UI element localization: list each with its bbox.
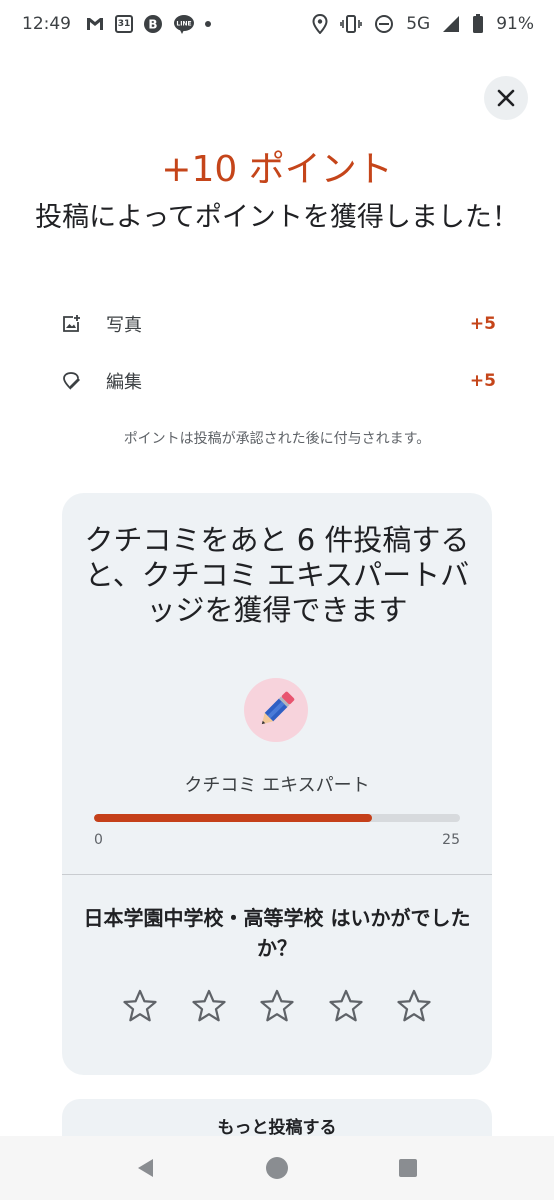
location-icon (312, 14, 328, 34)
earned-message: 投稿によってポイントを獲得しました！ (35, 202, 519, 233)
status-time: 12:49 (22, 14, 71, 34)
badge-name: クチコミ エキスパート (184, 775, 370, 796)
svg-text:LINE: LINE (176, 21, 191, 28)
recents-square-icon (399, 1159, 418, 1177)
system-nav-bar (0, 1136, 554, 1200)
line-icon: LINE (173, 14, 195, 34)
breakdown-row-edit: 編集 +5 (60, 361, 496, 401)
home-button[interactable] (253, 1144, 301, 1192)
star-4-button[interactable] (326, 986, 366, 1026)
badge-progress-card: クチコミをあと 6 件投稿すると、クチコミ エキスパートバッジを獲得できます ク… (62, 493, 492, 1075)
star-2-button[interactable] (189, 986, 229, 1026)
edit-icon (60, 370, 82, 392)
b-app-icon: B (143, 14, 163, 34)
pencil-icon (261, 691, 295, 725)
battery-icon (472, 14, 484, 34)
breakdown-label: 写真 (106, 315, 142, 336)
star-outline-icon (328, 989, 363, 1022)
star-5-button[interactable] (394, 986, 434, 1026)
approval-note: ポイントは投稿が承認された後に付与されます。 (123, 431, 431, 447)
photo-add-icon (60, 313, 82, 335)
breakdown-value: +5 (469, 371, 496, 391)
notification-dot-icon (205, 21, 211, 27)
gmail-icon (85, 16, 105, 32)
badge-icon-circle (244, 678, 308, 742)
close-button[interactable] (484, 76, 528, 120)
star-rating (120, 986, 434, 1026)
vibrate-icon (340, 14, 363, 34)
battery-percent: 91% (496, 14, 534, 34)
star-outline-icon (397, 989, 431, 1022)
recents-button[interactable] (384, 1144, 432, 1192)
svg-text:B: B (148, 18, 157, 32)
star-outline-icon (123, 989, 157, 1022)
star-outline-icon (260, 989, 294, 1022)
status-bar: 12:49 31 B LINE 5G 91% (0, 0, 554, 48)
home-circle-icon (265, 1157, 288, 1179)
progress-fill (94, 814, 373, 822)
back-button[interactable] (122, 1144, 170, 1192)
card-divider (62, 874, 492, 875)
badge-headline: クチコミをあと 6 件投稿すると、クチコミ エキスパートバッジを獲得できます (84, 523, 470, 627)
signal-icon (442, 15, 460, 33)
close-icon (497, 89, 515, 107)
breakdown-label: 編集 (106, 372, 142, 393)
rating-question: 日本学園中学校・高等学校 はいかがでしたか？ (83, 906, 471, 960)
network-label: 5G (406, 14, 431, 34)
progress-max-label: 25 (442, 832, 460, 848)
calendar-icon: 31 (115, 15, 133, 33)
star-1-button[interactable] (120, 986, 160, 1026)
back-triangle-icon (137, 1159, 153, 1177)
breakdown-value: +5 (469, 314, 496, 334)
points-title: +10 ポイント (161, 149, 393, 190)
dnd-icon (374, 14, 394, 34)
progress-min-label: 0 (94, 832, 103, 848)
star-3-button[interactable] (257, 986, 297, 1026)
badge-progress-bar (94, 814, 460, 822)
star-outline-icon (191, 989, 226, 1022)
breakdown-row-photo: 写真 +5 (60, 304, 496, 344)
